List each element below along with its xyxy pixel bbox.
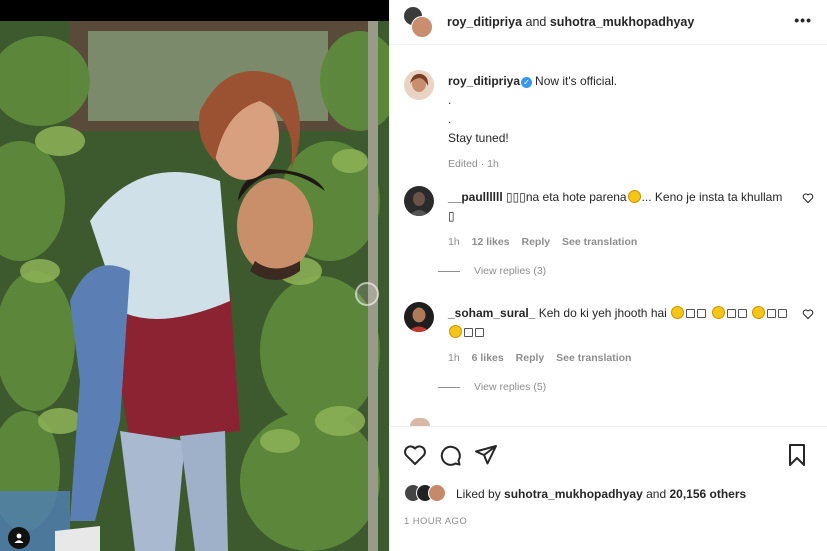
heart-icon[interactable] [802, 308, 814, 320]
likes-count[interactable]: 20,156 others [669, 487, 746, 501]
caption-line: . [448, 93, 452, 107]
comment-username[interactable]: __paullllll [448, 190, 503, 204]
replies-divider [438, 270, 460, 272]
carousel-next-button[interactable] [355, 282, 379, 306]
comment-likes[interactable]: 12 likes [472, 236, 510, 248]
liker-username[interactable]: suhotra_mukhopadhyay [504, 487, 643, 501]
hands-emoji-icon [766, 309, 776, 318]
see-translation-button[interactable]: See translation [556, 352, 631, 364]
view-replies-button[interactable]: View replies (5) [438, 381, 546, 393]
sad-face-emoji-icon [627, 190, 641, 203]
verified-icon: ✓ [521, 77, 533, 88]
caption-line: Stay tuned! [448, 131, 509, 145]
caption-line: . [448, 112, 452, 126]
couple-photo [0, 21, 389, 551]
comment-text-cont: ... Keno je insta ta khullam [641, 190, 783, 204]
bookmark-icon[interactable] [786, 443, 808, 467]
laughing-emoji-icon [751, 306, 765, 319]
view-replies-label: View replies (5) [474, 381, 547, 393]
laughing-emoji-icon [711, 306, 725, 319]
likes-prefix: Liked by [456, 487, 501, 501]
avatar [428, 484, 446, 502]
hands-emoji-icon [726, 309, 736, 318]
comment-text: Keh do ki yeh jhooth hai [538, 306, 667, 320]
post-actions: Liked by suhotra_mukhopadhyay and 20,156… [390, 426, 827, 551]
liker-avatars [404, 484, 452, 504]
post-header: roy_ditipriya and suhotra_mukhopadhyay •… [390, 0, 827, 45]
caption-text: Now it's official. [535, 74, 618, 88]
post-photo[interactable] [0, 0, 389, 551]
replies-divider [438, 386, 460, 388]
author-conjunction: and [525, 15, 547, 29]
comment-meta: 1h 6 likes Reply See translation [448, 349, 798, 368]
comment-meta: 1h 12 likes Reply See translation [448, 233, 798, 252]
comment-likes[interactable]: 6 likes [472, 352, 504, 364]
hands-emoji-icon [737, 309, 747, 318]
comment-icon[interactable] [438, 443, 462, 467]
comment-text-tail: ▯ [448, 209, 455, 223]
likes-and: and [646, 487, 667, 501]
avatar [411, 16, 433, 38]
share-icon[interactable] [474, 443, 498, 467]
coauthor-username[interactable]: suhotra_mukhopadhyay [550, 15, 694, 29]
comments-list[interactable]: roy_ditipriya ✓ Now it's official. . . Sta… [390, 46, 827, 426]
post-authors: roy_ditipriya and suhotra_mukhopadhyay [447, 15, 694, 29]
caption-meta: Edited · 1h [448, 158, 499, 170]
hands-emoji-icon [464, 328, 473, 337]
avatar[interactable] [404, 70, 434, 100]
post-timestamp: 1 HOUR AGO [404, 516, 468, 527]
likes-summary: Liked by suhotra_mukhopadhyay and 20,156… [404, 484, 814, 504]
more-icon[interactable]: ••• [794, 12, 812, 28]
action-icons [403, 443, 815, 469]
caption-username[interactable]: roy_ditipriya [448, 74, 520, 88]
reply-button[interactable]: Reply [516, 352, 545, 364]
photo-top-band [0, 0, 389, 21]
comment-time: 1h [448, 352, 460, 364]
heart-icon[interactable] [802, 192, 814, 204]
author-username[interactable]: roy_ditipriya [447, 15, 522, 29]
post-detail-panel: roy_ditipriya and suhotra_mukhopadhyay •… [389, 0, 827, 551]
heart-icon[interactable] [403, 443, 427, 467]
comment-time: 1h [448, 236, 460, 248]
avatar[interactable] [404, 186, 434, 216]
comment-username[interactable]: _soham_sural_ [448, 306, 535, 320]
laughing-emoji-icon [449, 325, 462, 338]
laughing-emoji-icon [671, 306, 685, 319]
hands-emoji-icon [697, 309, 707, 318]
view-replies-button[interactable]: View replies (3) [438, 265, 546, 277]
hands-emoji-icon [777, 309, 787, 318]
collab-avatars[interactable] [403, 6, 433, 40]
see-translation-button[interactable]: See translation [562, 236, 637, 248]
likes-text: Liked by suhotra_mukhopadhyay and 20,156… [456, 487, 746, 501]
view-replies-label: View replies (3) [474, 265, 547, 277]
comment-text: ▯▯▯na eta hote parena [506, 190, 627, 204]
avatar[interactable] [404, 302, 434, 332]
reply-button[interactable]: Reply [521, 236, 550, 248]
hands-emoji-icon [475, 328, 484, 337]
partial-avatar [410, 418, 430, 426]
tagged-users-icon[interactable] [8, 527, 30, 549]
hands-emoji-icon [686, 309, 696, 318]
